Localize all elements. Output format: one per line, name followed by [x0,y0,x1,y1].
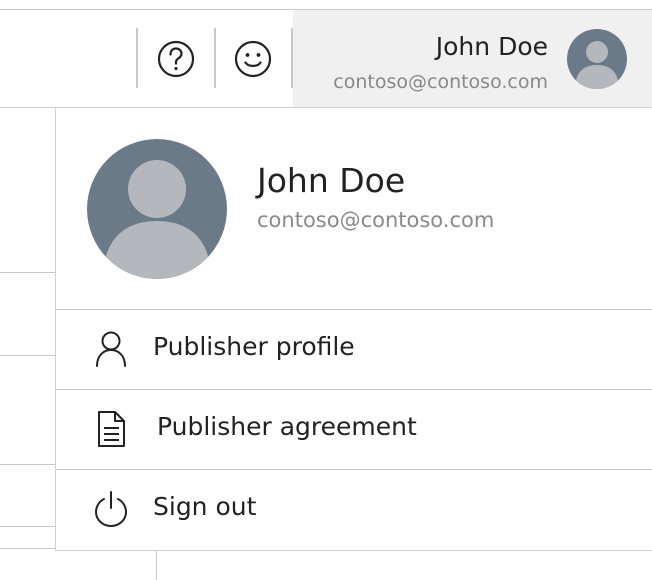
account-dropdown-panel: John Doe contoso@contoso.com Publisher p… [55,108,652,551]
feedback-button[interactable] [231,35,275,83]
power-icon [94,491,128,528]
menu-item-label: Publisher agreement [157,412,417,441]
background-divider [156,550,157,580]
menu-item-label: Publisher profile [153,332,355,361]
account-menu-button[interactable]: John Doe contoso@contoso.com [293,10,652,107]
person-icon [96,331,126,367]
document-icon [98,411,125,447]
account-email: contoso@contoso.com [333,71,548,93]
user-avatar-icon [567,29,627,89]
profile-name: John Doe [257,161,406,200]
background-divider [0,355,55,356]
menu-item-label: Sign out [153,492,257,521]
account-name: John Doe [435,32,548,61]
user-avatar-icon [87,139,227,279]
question-circle-icon [157,40,195,78]
profile-email: contoso@contoso.com [257,208,495,232]
menu-item-sign-out[interactable]: Sign out [56,469,652,549]
toolbar-divider [214,28,216,88]
background-divider [0,548,55,549]
toolbar-divider [136,28,138,88]
smiley-icon [234,40,272,78]
menu-item-publisher-agreement[interactable]: Publisher agreement [56,389,652,469]
menu-item-publisher-profile[interactable]: Publisher profile [56,309,652,389]
help-button[interactable] [154,35,198,83]
background-divider [0,272,55,273]
background-divider [0,526,55,527]
background-divider [0,464,55,465]
